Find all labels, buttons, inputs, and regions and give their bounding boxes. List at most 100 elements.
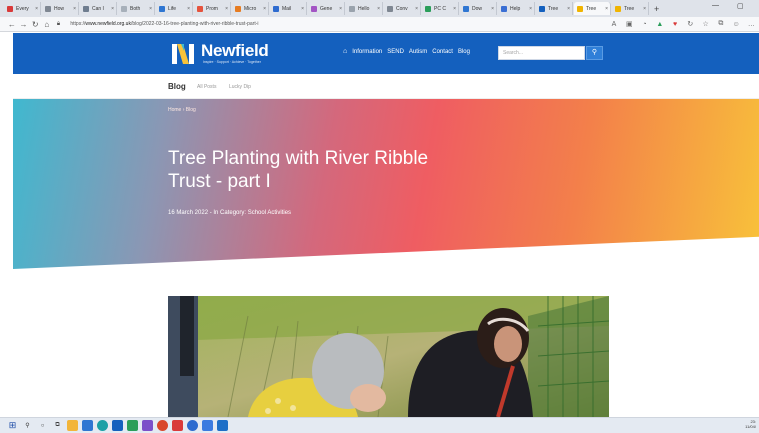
subnav-all-posts[interactable]: All Posts (197, 84, 216, 90)
browser-tab[interactable]: Tree × (574, 2, 611, 15)
home-icon[interactable]: ⌂ (343, 48, 347, 55)
browser-tab[interactable]: Life × (156, 2, 193, 15)
file-explorer-icon[interactable] (67, 420, 78, 431)
browser-tab[interactable]: Tree × (612, 2, 649, 15)
close-tab-icon[interactable]: × (263, 6, 266, 12)
browser-tab[interactable]: Gene × (308, 2, 345, 15)
mail-icon[interactable] (82, 420, 93, 431)
tab-favicon-icon (273, 5, 279, 12)
windows-start-icon[interactable]: ⊞ (7, 420, 18, 431)
acrobat-icon[interactable] (172, 420, 183, 431)
collections-icon[interactable]: ⧉ (713, 20, 728, 28)
restore-button[interactable]: ▢ (737, 2, 744, 10)
tab-favicon-icon (539, 5, 545, 12)
tab-label: Tree (586, 5, 597, 12)
extension-icon[interactable]: ▲ (652, 21, 667, 28)
close-tab-icon[interactable]: × (415, 6, 418, 12)
browser-tab[interactable]: Hello × (346, 2, 383, 15)
sync-icon[interactable]: ↻ (683, 20, 698, 28)
edge-icon[interactable] (97, 420, 108, 431)
forward-icon[interactable]: → (18, 20, 30, 29)
tab-favicon-icon (311, 5, 317, 12)
task-view-icon[interactable]: ⧉ (52, 420, 63, 431)
subnav-lucky-dip[interactable]: Lucky Dip (229, 84, 251, 90)
browser-tab[interactable]: PC C × (422, 2, 459, 15)
close-tab-icon[interactable]: × (605, 6, 608, 12)
logo-tagline: Inspire · Support · Achieve · Together (203, 60, 261, 64)
edge-dev-icon[interactable] (187, 420, 198, 431)
heart-icon[interactable]: ♥ (667, 21, 682, 28)
lock-icon: 🔒︎ (56, 20, 61, 27)
close-tab-icon[interactable]: × (377, 6, 380, 12)
browser-tab[interactable]: Both × (118, 2, 155, 15)
nav-contact[interactable]: Contact (432, 49, 453, 55)
close-tab-icon[interactable]: × (301, 6, 304, 12)
browser-tab[interactable]: Can I × (80, 2, 117, 15)
main-nav: ⌂ Information SEND Autism Contact Blog (343, 48, 470, 55)
close-tab-icon[interactable]: × (35, 6, 38, 12)
clock[interactable]: 23: 11/04/ (745, 419, 756, 429)
tab-label: Tree (548, 5, 559, 12)
search-icon[interactable]: ⚲ (22, 420, 33, 431)
tab-favicon-icon (387, 5, 393, 12)
search-input[interactable]: Search... (498, 46, 585, 60)
chrome-icon[interactable] (157, 420, 168, 431)
excel-icon[interactable] (127, 420, 138, 431)
nav-autism[interactable]: Autism (409, 49, 427, 55)
profile-icon[interactable]: ☺ (728, 21, 743, 28)
browser-tab[interactable]: Prom × (194, 2, 231, 15)
word-icon[interactable] (217, 420, 228, 431)
close-tab-icon[interactable]: × (339, 6, 342, 12)
taskbar: ⊞ ⚲ ○ ⧉ (0, 417, 759, 433)
close-tab-icon[interactable]: × (491, 6, 494, 12)
read-aloud-icon[interactable]: A (606, 21, 621, 28)
more-icon[interactable]: … (744, 21, 759, 28)
url-field[interactable]: https://www.newfield.org.uk/blog/2022-03… (70, 19, 492, 29)
close-tab-icon[interactable]: × (187, 6, 190, 12)
nav-send[interactable]: SEND (387, 49, 404, 55)
subnav-blog[interactable]: Blog (168, 82, 186, 91)
search-button[interactable]: ⚲ (586, 46, 603, 60)
close-tab-icon[interactable]: × (643, 6, 646, 12)
tab-label: Both (130, 5, 141, 12)
browser-tab[interactable]: Tree × (536, 2, 573, 15)
close-tab-icon[interactable]: × (111, 6, 114, 12)
post-photo-image (168, 296, 609, 417)
cortana-icon[interactable]: ○ (37, 420, 48, 431)
breadcrumb-home[interactable]: Home (168, 107, 181, 113)
outlook-icon[interactable] (112, 420, 123, 431)
tab-favicon-icon (501, 5, 507, 12)
outlook-app-icon[interactable] (202, 420, 213, 431)
tab-label: Tree (624, 5, 635, 12)
browser-tab[interactable]: Micro × (232, 2, 269, 15)
close-tab-icon[interactable]: × (567, 6, 570, 12)
new-tab-button[interactable]: + (654, 4, 659, 14)
tracking-icon[interactable]: ◔ (637, 21, 652, 28)
refresh-icon[interactable]: ↻ (29, 20, 41, 29)
newfield-logo-icon[interactable] (171, 41, 195, 66)
browser-tab[interactable]: Mail × (270, 2, 307, 15)
close-tab-icon[interactable]: × (529, 6, 532, 12)
apps-icon[interactable]: ▣ (622, 20, 637, 28)
browser-tab[interactable]: Every × (4, 2, 41, 15)
close-tab-icon[interactable]: × (149, 6, 152, 12)
browser-tab[interactable]: How × (42, 2, 79, 15)
nav-blog[interactable]: Blog (458, 49, 470, 55)
onenote-icon[interactable] (142, 420, 153, 431)
back-icon[interactable]: ← (6, 20, 18, 29)
browser-tab[interactable]: Conv × (384, 2, 421, 15)
tab-favicon-icon (425, 5, 431, 12)
close-tab-icon[interactable]: × (225, 6, 228, 12)
post-meta: 16 March 2022 - In Category: School Acti… (168, 210, 292, 216)
home-icon[interactable]: ⌂ (41, 20, 53, 29)
tab-label: Dow (472, 5, 483, 12)
nav-information[interactable]: Information (352, 49, 382, 55)
favorites-icon[interactable]: ☆ (698, 20, 713, 28)
close-tab-icon[interactable]: × (453, 6, 456, 12)
minimize-button[interactable]: — (712, 2, 719, 9)
logo-text[interactable]: Newfield (201, 41, 269, 61)
browser-tab[interactable]: Help × (498, 2, 535, 15)
breadcrumb-blog[interactable]: Blog (186, 107, 196, 113)
browser-tab[interactable]: Dow × (460, 2, 497, 15)
close-tab-icon[interactable]: × (73, 6, 76, 12)
